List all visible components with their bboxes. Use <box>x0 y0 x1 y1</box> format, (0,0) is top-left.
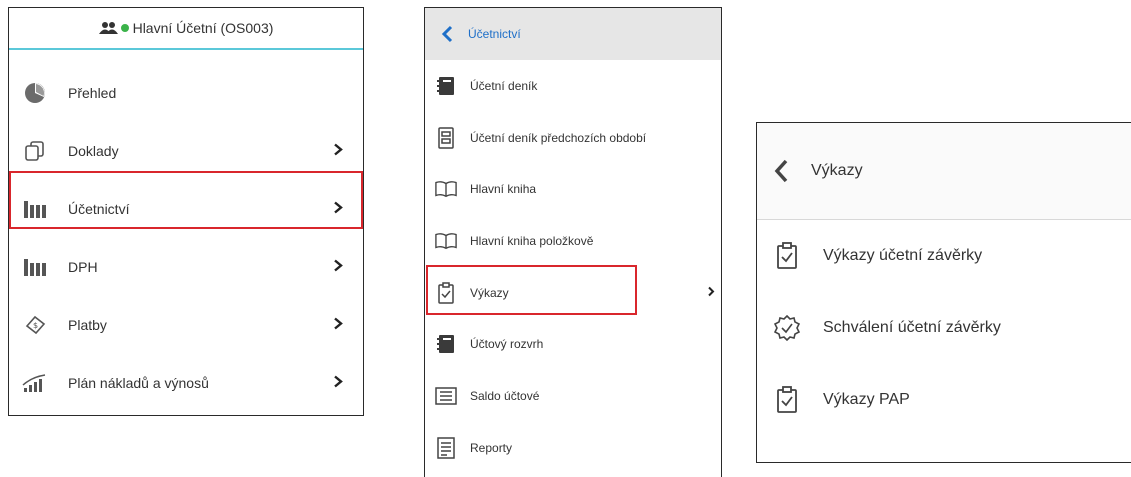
submenu-item-label: Hlavní kniha <box>470 182 537 197</box>
submenu-header[interactable]: Účetnictví <box>425 8 721 60</box>
menu-item-label: DPH <box>68 259 98 275</box>
submenu-item-label: Reporty <box>470 440 513 455</box>
menu-item-label: Přehled <box>68 85 117 101</box>
list-icon <box>435 385 457 407</box>
menu-item-label: Platby <box>68 317 107 333</box>
chevron-right-icon <box>333 143 343 160</box>
back-arrow-icon[interactable] <box>774 159 788 183</box>
notebook-icon <box>435 333 457 355</box>
submenu-title: Výkazy <box>811 162 863 179</box>
submenu-item-vykazy[interactable]: Výkazy <box>425 267 721 319</box>
submenu-item-label: Hlavní kniha položkově <box>470 233 594 248</box>
submenu-item-label: Účetní deník <box>470 78 538 93</box>
chevron-right-icon <box>707 285 715 300</box>
report-icon <box>435 436 457 459</box>
submenu-item-reporty[interactable]: Reporty <box>425 422 721 474</box>
submenu-item-label: Výkazy <box>470 285 509 300</box>
svg-text:$: $ <box>33 321 38 330</box>
chevron-right-icon <box>333 259 343 276</box>
menu-item-prehled[interactable]: Přehled <box>9 64 363 122</box>
submenu-item-label: Výkazy účetní závěrky <box>823 247 983 264</box>
submenu-item-label: Účtový rozvrh <box>470 337 544 352</box>
main-menu-panel: Hlavní Účetní (OS003) Přehled Doklady Úč… <box>8 7 364 416</box>
submenu-item-uctovy-rozvrh[interactable]: Účtový rozvrh <box>425 318 721 370</box>
reports-submenu-panel: Výkazy Výkazy účetní závěrky Schválení ú… <box>756 122 1131 463</box>
menu-item-ucetnictvi[interactable]: Účetnictví <box>9 180 363 238</box>
chevron-right-icon <box>333 317 343 334</box>
submenu-header[interactable]: Výkazy <box>757 123 1131 220</box>
menu-item-label: Účetnictví <box>68 201 130 217</box>
archive-icon <box>435 126 457 149</box>
submenu-item-label: Účetní deník předchozích období <box>470 130 647 145</box>
documents-icon <box>22 140 48 162</box>
books-icon <box>22 198 48 220</box>
menu-item-plan[interactable]: Plán nákladů a výnosů <box>9 354 363 412</box>
menu-item-platby[interactable]: $ Platby <box>9 296 363 354</box>
submenu-item-vykazy-ucetni-zaverky[interactable]: Výkazy účetní závěrky <box>757 220 1131 292</box>
growth-chart-icon <box>22 372 48 394</box>
submenu-item-saldo-uctove[interactable]: Saldo účtové <box>425 370 721 422</box>
clipboard-check-icon <box>773 242 801 270</box>
accounting-submenu-panel: Účetnictví Účetní deník Účetní deník pře… <box>424 7 722 477</box>
submenu-item-ucetni-denik-predchozi[interactable]: Účetní deník předchozích období <box>425 112 721 164</box>
submenu-item-label: Schválení účetní závěrky <box>823 319 1001 336</box>
menu-item-label: Plán nákladů a výnosů <box>68 375 209 391</box>
submenu-item-schvaleni-ucetni-zaverky[interactable]: Schválení účetní závěrky <box>757 292 1131 364</box>
submenu-item-ucetni-denik[interactable]: Účetní deník <box>425 60 721 112</box>
open-book-icon <box>435 178 457 200</box>
submenu-item-label: Výkazy PAP <box>823 391 910 408</box>
pie-chart-icon <box>22 82 48 104</box>
user-label: Hlavní Účetní (OS003) <box>132 20 274 36</box>
submenu-item-hlavni-kniha[interactable]: Hlavní kniha <box>425 163 721 215</box>
clipboard-check-icon <box>773 386 801 414</box>
books-icon <box>22 256 48 278</box>
menu-item-dph[interactable]: DPH <box>9 238 363 296</box>
submenu-item-vykazy-pap[interactable]: Výkazy PAP <box>757 364 1131 436</box>
menu-item-label: Doklady <box>68 143 119 159</box>
submenu-item-hlavni-kniha-polozkove[interactable]: Hlavní kniha položkově <box>425 215 721 267</box>
back-arrow-icon[interactable] <box>441 25 453 43</box>
clipboard-check-icon <box>435 281 457 304</box>
notebook-icon <box>435 75 457 97</box>
badge-check-icon <box>773 314 801 342</box>
online-status-dot <box>120 24 129 32</box>
user-header[interactable]: Hlavní Účetní (OS003) <box>9 8 363 50</box>
users-icon <box>98 22 118 34</box>
submenu-item-label: Saldo účtové <box>470 388 540 403</box>
chevron-right-icon <box>333 375 343 392</box>
money-tag-icon: $ <box>22 314 48 336</box>
submenu-title: Účetnictví <box>468 27 521 41</box>
open-book-icon <box>435 230 457 252</box>
menu-item-doklady[interactable]: Doklady <box>9 122 363 180</box>
chevron-right-icon <box>333 201 343 218</box>
